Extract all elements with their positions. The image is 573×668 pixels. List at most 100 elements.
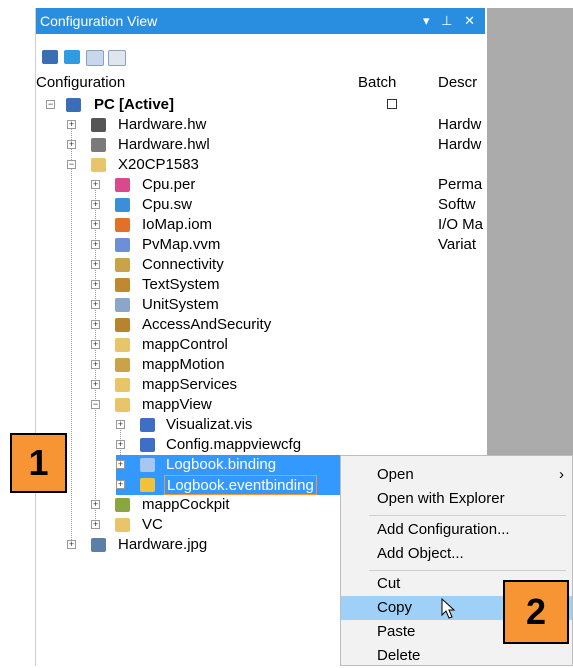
menu-item-delete[interactable]: Delete — [341, 644, 572, 668]
tree-item-label: Hardware.jpg — [118, 536, 208, 553]
tree-item-label: TextSystem — [142, 276, 220, 293]
properties-icon[interactable] — [64, 50, 80, 64]
tree-item-mappcontrol[interactable]: + mappControl — [36, 335, 486, 355]
tree-item-label: Logbook.binding — [166, 456, 277, 473]
tree-item-accessandsecurity[interactable]: + AccessAndSecurity — [36, 315, 486, 335]
expand-icon[interactable]: + — [67, 140, 76, 149]
description-cell: Perma — [438, 176, 483, 193]
tree-item-root[interactable]: − PC [Active] — [36, 95, 486, 115]
permanent-memory-icon — [115, 178, 130, 192]
description-cell: Hardw — [438, 116, 482, 133]
menu-item-label: Open — [377, 466, 414, 483]
tree-item-connectivity[interactable]: + Connectivity — [36, 255, 486, 275]
menu-item-add-configuration[interactable]: Add Configuration... — [341, 518, 572, 542]
tree-item-label: UnitSystem — [142, 296, 219, 313]
window-controls[interactable]: ▾ ⊥ ✕ — [423, 8, 479, 34]
tree-item-unitsystem[interactable]: + UnitSystem — [36, 295, 486, 315]
expand-icon[interactable]: + — [67, 120, 76, 129]
tree-item-label: Hardware.hwl — [118, 136, 210, 153]
chevron-right-icon: › — [559, 466, 564, 483]
panel-title: Configuration View — [40, 13, 158, 29]
tree-item-label: Hardware.hw — [118, 116, 207, 133]
tree-item-mappview[interactable]: − mappView — [36, 395, 486, 415]
expand-icon[interactable]: + — [91, 280, 100, 289]
expand-icon[interactable]: + — [91, 380, 100, 389]
list-icon[interactable] — [108, 50, 126, 66]
expand-icon[interactable]: + — [91, 200, 100, 209]
tree-item-visualizat[interactable]: + Visualizat.vis — [36, 415, 486, 435]
column-description[interactable]: Descr — [438, 74, 486, 94]
toolbar — [36, 38, 485, 72]
tree-item-label: Connectivity — [142, 256, 224, 273]
tree-item-label: mappControl — [142, 336, 228, 353]
tree-item-label: Cpu.per — [142, 176, 196, 193]
folder-open-icon — [115, 398, 130, 412]
expand-icon[interactable]: + — [91, 320, 100, 329]
expand-icon[interactable]: + — [91, 300, 100, 309]
expand-icon[interactable]: + — [91, 520, 100, 529]
tree-item-mappservices[interactable]: + mappServices — [36, 375, 486, 395]
expand-icon[interactable]: + — [91, 220, 100, 229]
description-cell: I/O Ma — [438, 216, 484, 233]
description-cell: Softw — [438, 196, 476, 213]
grid-icon[interactable] — [86, 50, 104, 66]
expand-icon[interactable]: + — [116, 480, 125, 489]
unit-system-folder-icon — [115, 298, 130, 312]
folder-icon — [115, 338, 130, 352]
text-system-folder-icon — [115, 278, 130, 292]
collapse-icon[interactable]: − — [67, 160, 76, 169]
tree-item-pvmap[interactable]: + PvMap.vvm Variat — [36, 235, 486, 255]
tree-item-label: Config.mappviewcfg — [166, 436, 302, 453]
expand-icon[interactable]: + — [91, 260, 100, 269]
event-binding-icon — [140, 478, 155, 492]
tree-item-label: PC [Active] — [94, 96, 175, 113]
menu-item-open-with-explorer[interactable]: Open with Explorer — [341, 487, 572, 511]
pc-icon — [66, 98, 81, 112]
expand-icon[interactable]: + — [91, 240, 100, 249]
cockpit-folder-icon — [115, 498, 130, 512]
expand-icon[interactable]: + — [116, 440, 125, 449]
tree-item-label: mappServices — [142, 376, 238, 393]
column-configuration[interactable]: Configuration — [36, 74, 125, 94]
tree-item-label: PvMap.vvm — [142, 236, 221, 253]
menu-item-label: Add Configuration... — [377, 521, 510, 538]
menu-item-open[interactable]: Open › — [341, 463, 572, 487]
tree-item-label: mappMotion — [142, 356, 225, 373]
expand-icon[interactable]: + — [67, 540, 76, 549]
image-file-icon — [91, 538, 106, 552]
tree-item-cpu-sw[interactable]: + Cpu.sw Softw — [36, 195, 486, 215]
description-cell: Variat — [438, 236, 477, 253]
hardware-icon — [91, 118, 106, 132]
tree-item-mappmotion[interactable]: + mappMotion — [36, 355, 486, 375]
column-batch[interactable]: Batch — [358, 74, 396, 94]
tree-item-label: Visualizat.vis — [166, 416, 253, 433]
tree-item-label: AccessAndSecurity — [142, 316, 272, 333]
expand-icon[interactable]: + — [91, 340, 100, 349]
expand-icon[interactable]: + — [91, 180, 100, 189]
tree-item-iomap[interactable]: + IoMap.iom I/O Ma — [36, 215, 486, 235]
folder-icon — [115, 378, 130, 392]
tree-item-config-mappviewcfg[interactable]: + Config.mappviewcfg — [36, 435, 486, 455]
collapse-icon[interactable]: − — [91, 400, 100, 409]
connectivity-folder-icon — [115, 258, 130, 272]
expand-icon[interactable]: + — [116, 420, 125, 429]
mouse-cursor-icon — [441, 598, 456, 619]
step-2-badge: 2 — [503, 580, 569, 644]
tree-item-label: IoMap.iom — [142, 216, 213, 233]
expand-icon[interactable]: + — [116, 460, 125, 469]
tree-item-textsystem[interactable]: + TextSystem — [36, 275, 486, 295]
tree-item-cpu-per[interactable]: + Cpu.per Perma — [36, 175, 486, 195]
menu-item-add-object[interactable]: Add Object... — [341, 542, 572, 566]
config-file-icon — [140, 438, 155, 452]
expand-icon[interactable]: + — [91, 500, 100, 509]
tree-item-hardware-hw[interactable]: + Hardware.hw Hardw — [36, 115, 486, 135]
tree-item-hardware-hwl[interactable]: + Hardware.hwl Hardw — [36, 135, 486, 155]
expand-icon[interactable]: + — [91, 360, 100, 369]
collapse-icon[interactable]: − — [46, 100, 55, 109]
panel-titlebar: Configuration View ▾ ⊥ ✕ — [36, 8, 485, 34]
step-1-badge: 1 — [10, 433, 67, 493]
batch-checkbox[interactable] — [387, 99, 397, 109]
tree-item-x20cp1583[interactable]: − X20CP1583 — [36, 155, 486, 175]
menu-separator — [369, 570, 566, 571]
configuration-icon[interactable] — [42, 50, 58, 64]
